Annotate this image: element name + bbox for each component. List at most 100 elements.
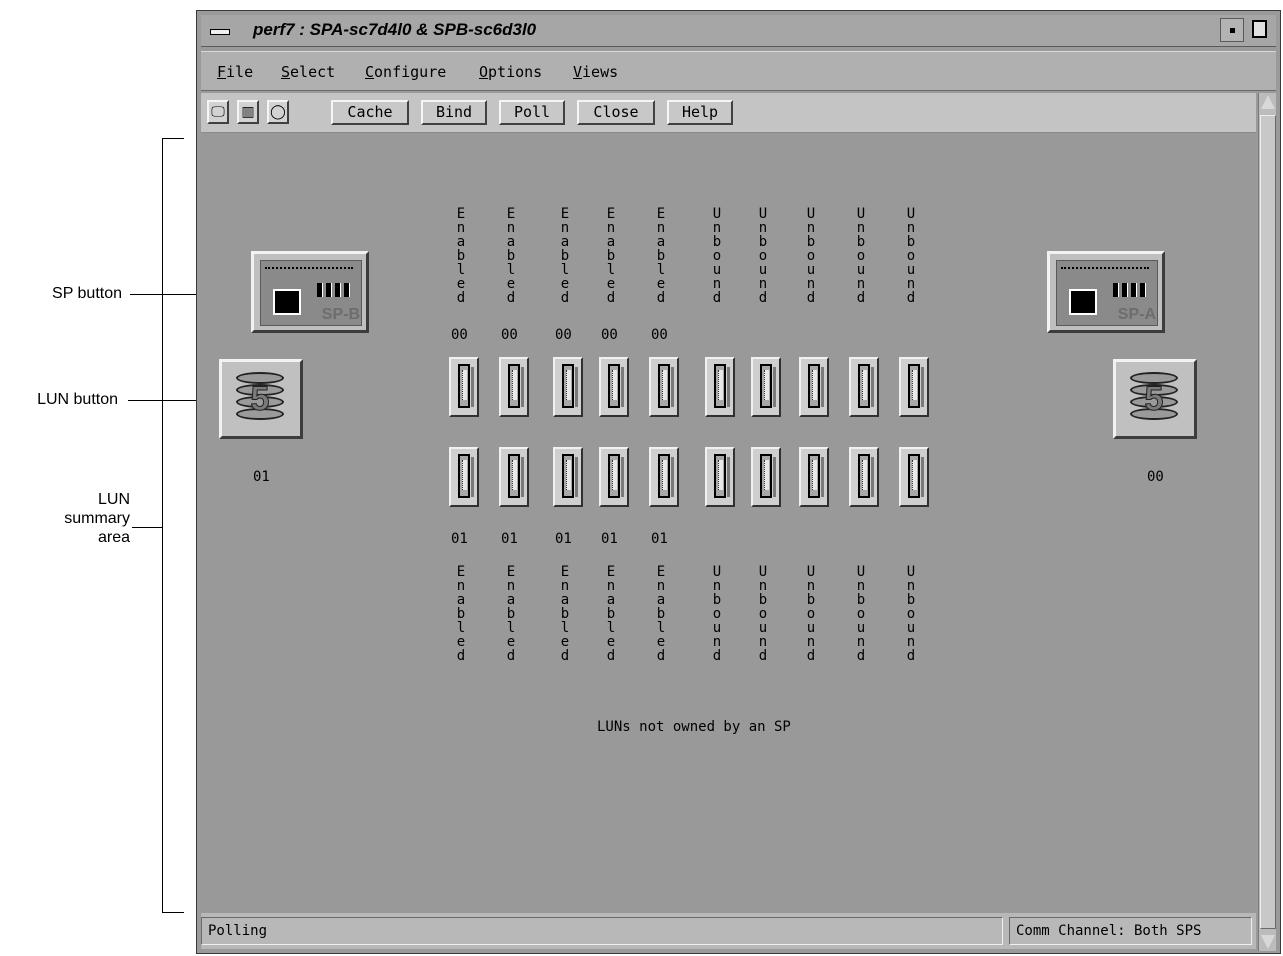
- drive-slot: [871, 367, 874, 407]
- drive-slot: [621, 367, 624, 407]
- poll-button[interactable]: Poll: [499, 100, 565, 125]
- top-disk-status: Unbound: [712, 206, 722, 306]
- disk-drive-icon: [458, 364, 470, 408]
- disk-module-button[interactable]: [849, 357, 879, 417]
- disk-drive-icon: [908, 364, 920, 408]
- disk-drive-icon: [760, 454, 772, 498]
- circle-icon[interactable]: ◯: [267, 100, 289, 124]
- top-disk-lun: 00: [651, 327, 668, 343]
- menu-configure[interactable]: Configure: [365, 63, 446, 81]
- disk-module-button[interactable]: [799, 357, 829, 417]
- disk-module-button[interactable]: [649, 447, 679, 507]
- disk-stack-icon: 5: [236, 368, 286, 428]
- menu-views[interactable]: Views: [573, 63, 618, 81]
- window-title: perf7 : SPA-sc7d4l0 & SPB-sc6d3l0: [253, 20, 537, 39]
- maximize-icon: [1252, 20, 1267, 38]
- drive-slot: [671, 457, 674, 497]
- disk-module-button[interactable]: [899, 357, 929, 417]
- scroll-thumb[interactable]: [1260, 115, 1276, 929]
- comm-channel-text: Comm Channel: Both SPS: [1016, 923, 1202, 939]
- sp-a-button[interactable]: SP-A: [1047, 251, 1165, 333]
- disk-module-button[interactable]: [705, 447, 735, 507]
- scroll-up-arrow-icon[interactable]: [1261, 95, 1275, 109]
- disk-drive-icon: [808, 454, 820, 498]
- sp-a-label: SP-A: [1117, 306, 1156, 323]
- menu-select-mnemonic: S: [281, 63, 291, 81]
- disk-drive-icon: [508, 364, 520, 408]
- top-disk-status: Enabled: [456, 206, 466, 306]
- disk-drive-icon: [858, 364, 870, 408]
- lun-button-callout: LUN button: [37, 391, 118, 408]
- menu-file[interactable]: File: [217, 63, 253, 81]
- sp-chip: [273, 289, 301, 315]
- disk-module-button[interactable]: [899, 447, 929, 507]
- disk-drive-icon: [808, 364, 820, 408]
- disk-module-button[interactable]: [649, 357, 679, 417]
- disk-module-button[interactable]: [499, 447, 529, 507]
- disk-module-button[interactable]: [599, 357, 629, 417]
- bottom-disk-status: Unbound: [758, 564, 768, 664]
- disk-module-button[interactable]: [499, 357, 529, 417]
- disk-module-button[interactable]: [751, 357, 781, 417]
- disk-module-button[interactable]: [449, 357, 479, 417]
- disk-module-button[interactable]: [599, 447, 629, 507]
- lun-00-button[interactable]: 5: [1113, 359, 1197, 439]
- lun-summary-callout-line3: area: [97, 529, 130, 546]
- disk-module-button[interactable]: [553, 447, 583, 507]
- window-menu-button[interactable]: [204, 19, 236, 43]
- disk-drive-icon: [458, 454, 470, 498]
- disk-module-button[interactable]: [705, 357, 735, 417]
- title-bar[interactable]: perf7 : SPA-sc7d4l0 & SPB-sc6d3l0: [201, 15, 1276, 47]
- disk-drive-icon: [658, 364, 670, 408]
- drive-slot: [621, 457, 624, 497]
- minimize-button[interactable]: [1220, 18, 1244, 42]
- drive-slot: [871, 457, 874, 497]
- top-disk-status: Enabled: [656, 206, 666, 306]
- disk-drive-icon: [508, 454, 520, 498]
- lun-01-button[interactable]: 5: [219, 359, 303, 439]
- lun-summary-bracket-top: [162, 138, 184, 139]
- disk-module-button[interactable]: [799, 447, 829, 507]
- bottom-disk-lun: 01: [555, 531, 572, 547]
- menu-configure-mnemonic: C: [365, 63, 375, 81]
- disk-module-button[interactable]: [751, 447, 781, 507]
- help-button[interactable]: Help: [667, 100, 733, 125]
- top-disk-status: Unbound: [758, 206, 768, 306]
- disk-module-button[interactable]: [849, 447, 879, 507]
- bottom-disk-status: Enabled: [456, 564, 466, 664]
- bottom-disk-status: Enabled: [656, 564, 666, 664]
- unowned-luns-label: LUNs not owned by an SP: [597, 719, 791, 735]
- comm-channel-status: Comm Channel: Both SPS: [1009, 917, 1252, 945]
- disk-drive-icon: [562, 454, 574, 498]
- top-disk-status: Unbound: [906, 206, 916, 306]
- disk-module-button[interactable]: [449, 447, 479, 507]
- disk-module-button[interactable]: [553, 357, 583, 417]
- drive-slot: [575, 367, 578, 407]
- bottom-disk-status: Unbound: [712, 564, 722, 664]
- close-button[interactable]: Close: [577, 100, 655, 125]
- drive-slot: [921, 367, 924, 407]
- scroll-down-arrow-icon[interactable]: [1261, 935, 1275, 949]
- sp-pins: [265, 267, 353, 273]
- monitor-icon[interactable]: 🖵: [207, 100, 229, 124]
- bottom-disk-status: Unbound: [906, 564, 916, 664]
- sp-b-button[interactable]: SP-B: [251, 251, 369, 333]
- cache-button[interactable]: Cache: [331, 100, 409, 125]
- lun-summary-callout-line1: LUN: [97, 491, 130, 508]
- bottom-disk-status: Enabled: [606, 564, 616, 664]
- drive-slot: [821, 457, 824, 497]
- lun-summary-area: SP-B SP-A 5 01 5 00 Enabled 00 Enabled 0…: [201, 133, 1256, 911]
- menu-select[interactable]: Select: [281, 63, 335, 81]
- disk-drive-icon: [562, 364, 574, 408]
- maximize-button[interactable]: [1248, 18, 1272, 42]
- equipment-icon[interactable]: ▥: [237, 100, 259, 124]
- menu-options[interactable]: Options: [479, 63, 542, 81]
- bottom-disk-lun: 01: [601, 531, 618, 547]
- vertical-scrollbar[interactable]: [1258, 93, 1276, 951]
- menu-views-mnemonic: V: [573, 63, 583, 81]
- lun-raid-level: 5: [1144, 380, 1164, 419]
- bind-button[interactable]: Bind: [421, 100, 487, 125]
- drive-slot: [727, 367, 730, 407]
- lun-summary-bracket: [162, 138, 163, 912]
- drive-slot: [521, 367, 524, 407]
